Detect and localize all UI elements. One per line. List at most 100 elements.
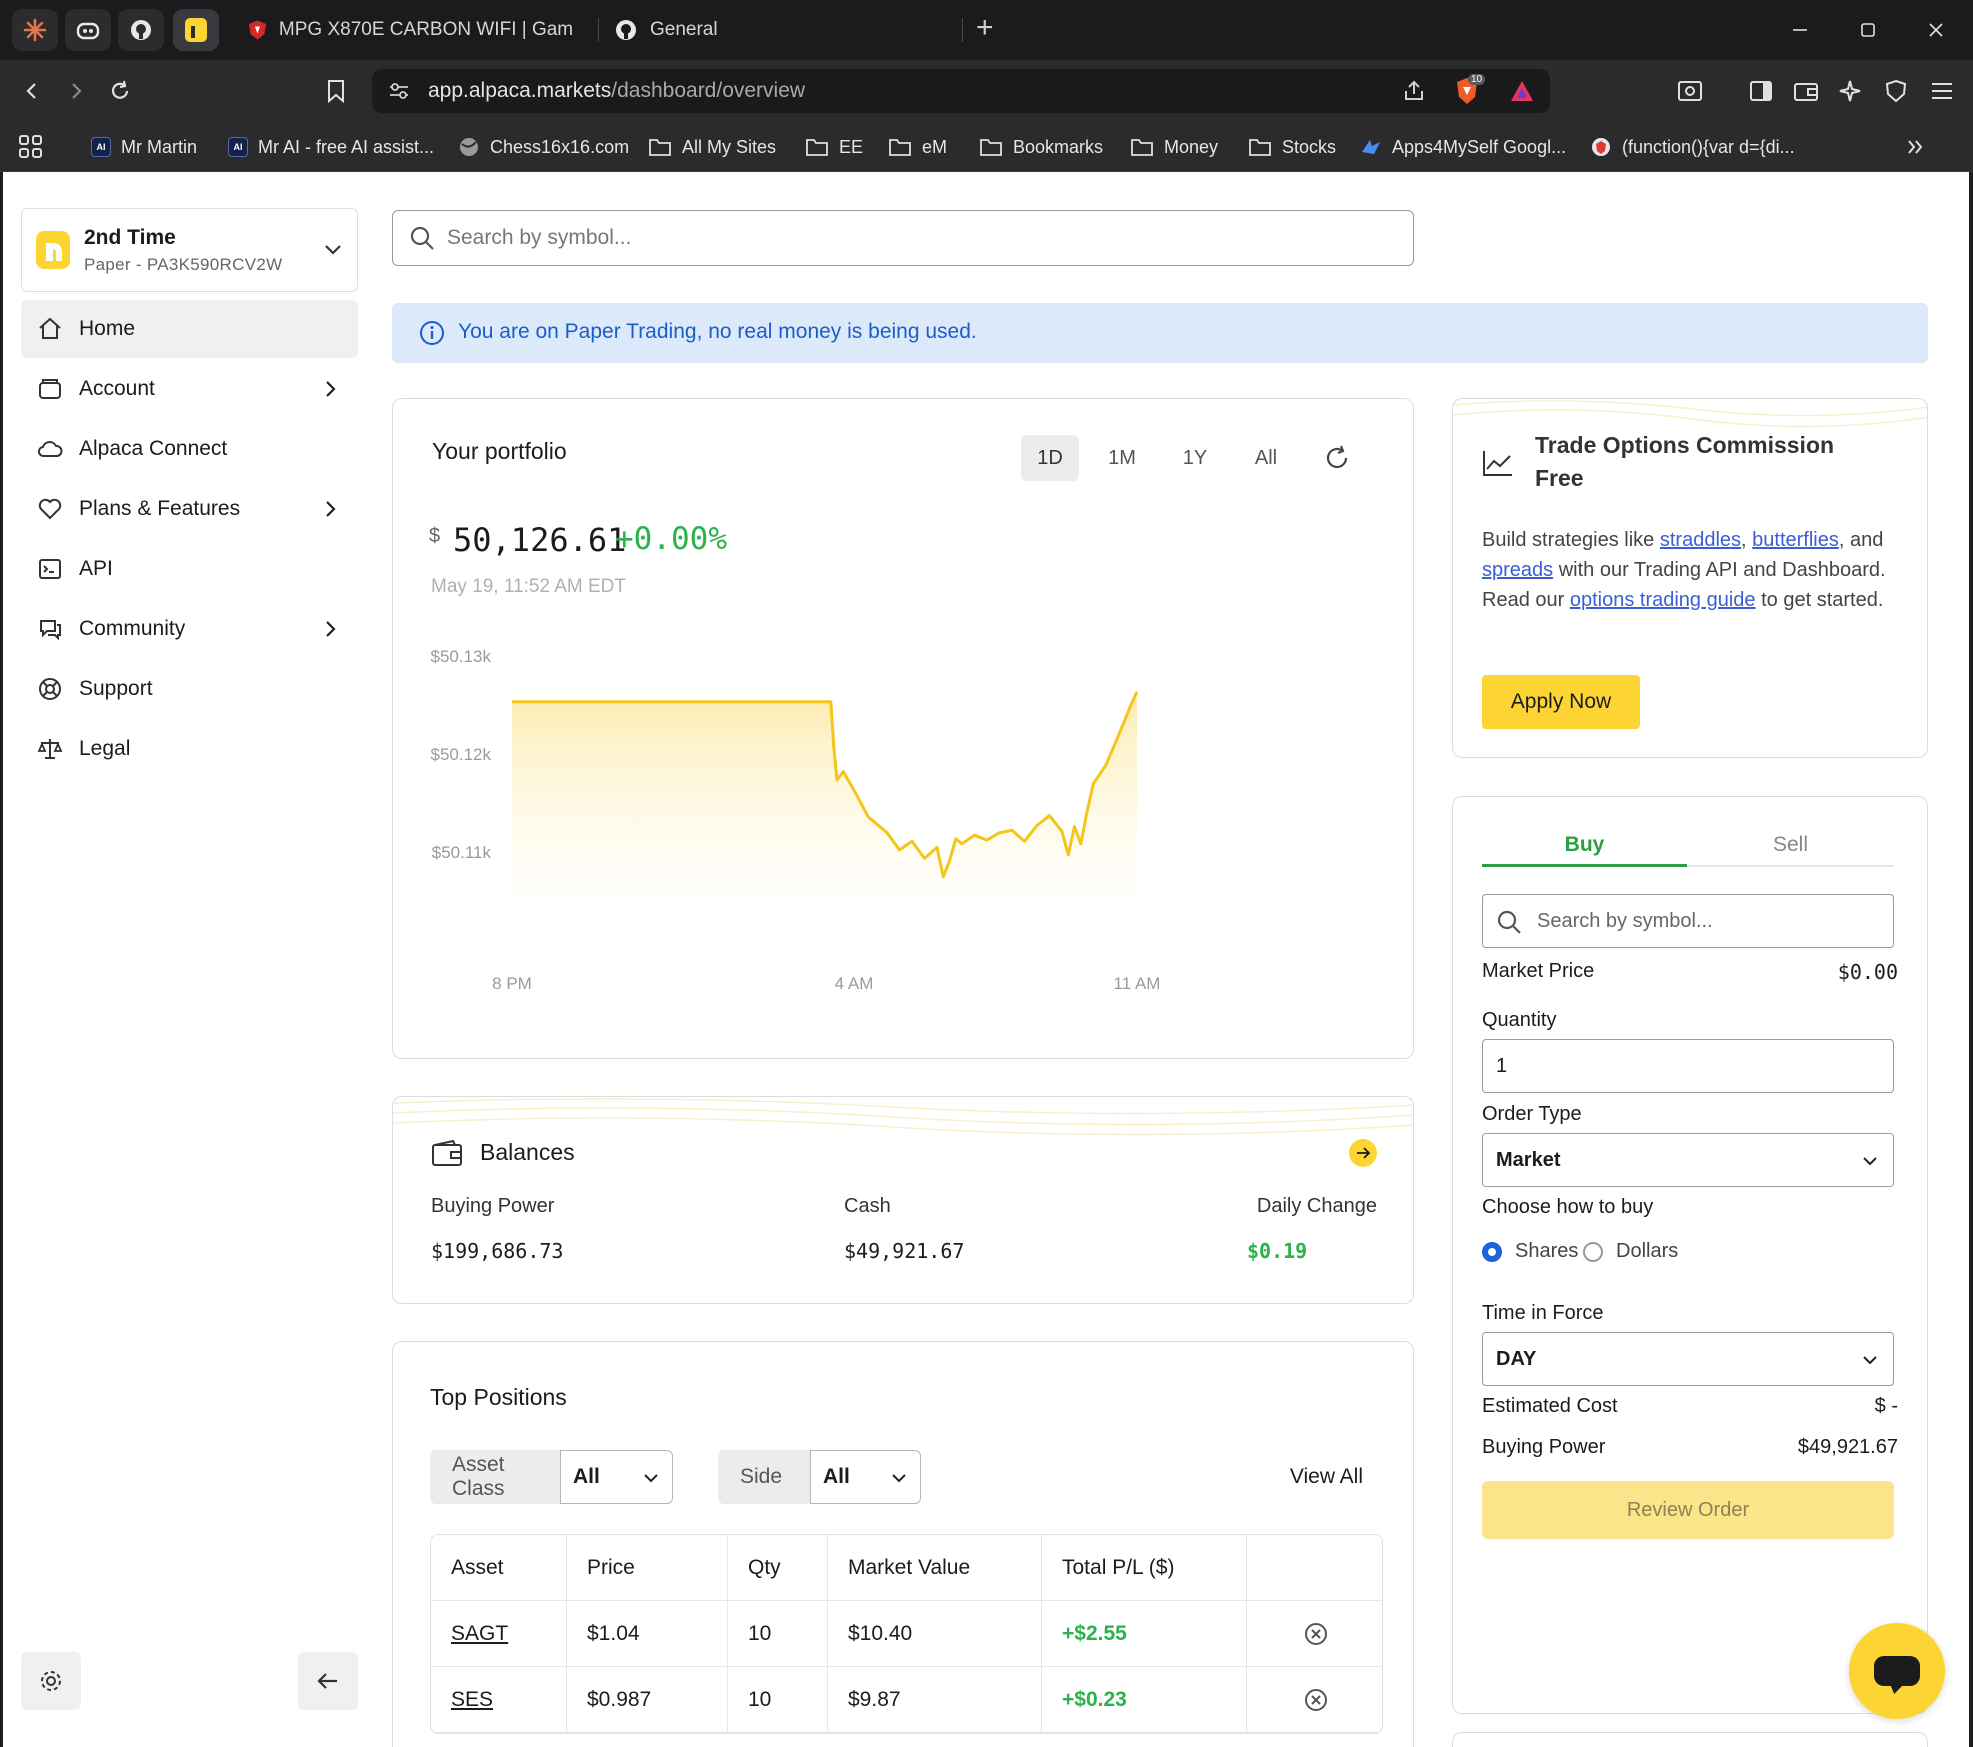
gear-icon (41, 1671, 61, 1691)
sidebar-item-account[interactable]: Account (21, 360, 358, 418)
pinned-tab-alpaca[interactable] (173, 9, 219, 51)
asset-symbol-link[interactable]: SAGT (451, 1622, 508, 1646)
url-text: app.alpaca.markets/dashboard/overview (428, 79, 805, 103)
minimize-button[interactable] (1780, 12, 1820, 48)
side-filter-label: Side (718, 1450, 810, 1504)
sidebar-item-alpaca-connect[interactable]: Alpaca Connect (21, 420, 358, 478)
more-bookmarks-button[interactable] (1906, 132, 1924, 162)
order-type-select[interactable]: Market (1482, 1133, 1894, 1187)
side-select[interactable]: All (810, 1450, 921, 1504)
bookmark-bookmarklet[interactable]: (function(){var d={di... (1590, 132, 1795, 162)
wallet-icon (1794, 83, 1818, 101)
asset-class-select[interactable]: All (560, 1450, 673, 1504)
sell-tab[interactable]: Sell (1687, 833, 1894, 857)
view-all-link[interactable]: View All (1290, 1465, 1363, 1489)
pinned-tab-claude[interactable] (12, 9, 58, 51)
top-positions-title: Top Positions (430, 1384, 567, 1410)
tab-msi[interactable]: MPG X870E CARBON WIFI | Gaming M (232, 9, 588, 51)
vpn-button[interactable] (1878, 73, 1914, 109)
folder-icon (649, 139, 671, 156)
buy-tab[interactable]: Buy (1482, 833, 1687, 857)
order-buying-power-label: Buying Power (1482, 1436, 1606, 1458)
sidebar-item-label: Support (79, 677, 153, 700)
bookmark-folder-all-my-sites[interactable]: All My Sites (648, 132, 776, 162)
address-bar[interactable]: app.alpaca.markets/dashboard/overview 10 (372, 69, 1550, 113)
account-switcher[interactable]: 2nd Time Paper - PA3K590RCV2W (21, 208, 358, 292)
github-icon (616, 20, 636, 40)
bookmark-folder-em[interactable]: eM (888, 132, 947, 162)
minimize-icon (1793, 29, 1807, 31)
close-window-button[interactable] (1916, 12, 1956, 48)
market-value-cell: $9.87 (828, 1667, 1042, 1733)
apply-now-button[interactable]: Apply Now (1482, 675, 1640, 729)
new-tab-button[interactable]: + (976, 13, 994, 43)
straddles-link[interactable]: straddles (1660, 529, 1741, 551)
bookmark-chess16x16[interactable]: Chess16x16.com (458, 132, 629, 162)
brave-shields-button[interactable]: 10 (1454, 74, 1486, 105)
sidebar-item-plans-features[interactable]: Plans & Features (21, 480, 358, 538)
folder-icon (1249, 139, 1271, 156)
leo-ai-button[interactable] (1832, 73, 1868, 109)
sidebar-toggle-button[interactable] (1743, 73, 1779, 109)
time-in-force-select[interactable]: DAY (1482, 1332, 1894, 1386)
review-order-button[interactable]: Review Order (1482, 1481, 1894, 1539)
settings-button[interactable] (21, 1652, 81, 1710)
order-symbol-search[interactable]: Search by symbol... (1482, 894, 1894, 948)
bookmark-folder-ee[interactable]: EE (805, 132, 863, 162)
close-position-button[interactable] (1247, 1601, 1382, 1667)
brave-rewards-icon[interactable] (1509, 79, 1535, 103)
ai-logo-icon: AI (228, 137, 248, 157)
sidebar-item-home[interactable]: Home (21, 300, 358, 358)
bookmark-apps4myself[interactable]: Apps4MySelf Googl... (1360, 132, 1566, 162)
wallet-button[interactable] (1788, 73, 1824, 109)
promo-title: Trade Options Commission Free (1535, 432, 1835, 491)
balances-details-button[interactable] (1349, 1139, 1377, 1167)
tab-divider (1687, 865, 1894, 867)
reload-button[interactable] (102, 73, 138, 109)
forward-button[interactable] (58, 73, 94, 109)
tab-general[interactable]: General (598, 9, 958, 51)
sidebar-item-support[interactable]: Support (21, 660, 358, 718)
bookmark-label: Mr Martin (121, 136, 197, 157)
tab-title: MPG X870E CARBON WIFI | Gaming M (278, 19, 572, 40)
bookmark-label: Chess16x16.com (490, 136, 630, 157)
collapse-sidebar-button[interactable] (298, 1652, 358, 1710)
asset-symbol-link[interactable]: SES (451, 1688, 493, 1712)
bookmark-folder-money[interactable]: Money (1130, 132, 1218, 162)
bookmark-folder-bookmarks[interactable]: Bookmarks (979, 132, 1103, 162)
y-tick-label: $50.12k (431, 745, 492, 764)
back-button[interactable] (14, 73, 50, 109)
ai-logo-icon: AI (91, 137, 111, 157)
maximize-button[interactable] (1848, 12, 1888, 48)
buying-power-value: $199,686.73 (431, 1239, 564, 1263)
terminal-icon (39, 559, 61, 579)
bookmark-label: All My Sites (682, 136, 777, 157)
sidebar-item-community[interactable]: Community (21, 600, 358, 658)
options-guide-link[interactable]: options trading guide (1570, 589, 1756, 611)
share-icon[interactable] (1402, 79, 1426, 103)
chevron-right-icon (326, 381, 336, 397)
bookmark-page-button[interactable] (318, 73, 354, 109)
support-chat-button[interactable] (1849, 1623, 1945, 1719)
spreads-link[interactable]: spreads (1482, 559, 1553, 581)
apps-button[interactable] (18, 132, 44, 162)
butterflies-link[interactable]: butterflies (1752, 529, 1839, 551)
menu-button[interactable] (1924, 73, 1960, 109)
pinned-tab-copilot[interactable] (65, 9, 111, 51)
site-settings-icon[interactable] (388, 81, 410, 101)
quantity-input[interactable]: 1 (1482, 1039, 1894, 1093)
pinned-tab-github[interactable] (118, 9, 164, 51)
bookmark-mr-ai[interactable]: AI Mr AI - free AI assist... (228, 132, 434, 162)
sidebar-item-legal[interactable]: Legal (21, 720, 358, 778)
symbol-search-input[interactable]: Search by symbol... (392, 210, 1414, 266)
sidebar-item-api[interactable]: API (21, 540, 358, 598)
reader-mode-button[interactable] (1672, 73, 1708, 109)
scales-icon (37, 739, 63, 759)
asset-class-filter-label: Asset Class (430, 1450, 560, 1504)
price-cell: $1.04 (567, 1601, 728, 1667)
banner-message: You are on Paper Trading, no real money … (458, 320, 977, 343)
x-tick-label: 8 PM (492, 974, 532, 993)
bookmark-mr-martin[interactable]: AI Mr Martin (91, 132, 197, 162)
close-position-button[interactable] (1247, 1667, 1382, 1733)
bookmark-folder-stocks[interactable]: Stocks (1248, 132, 1336, 162)
